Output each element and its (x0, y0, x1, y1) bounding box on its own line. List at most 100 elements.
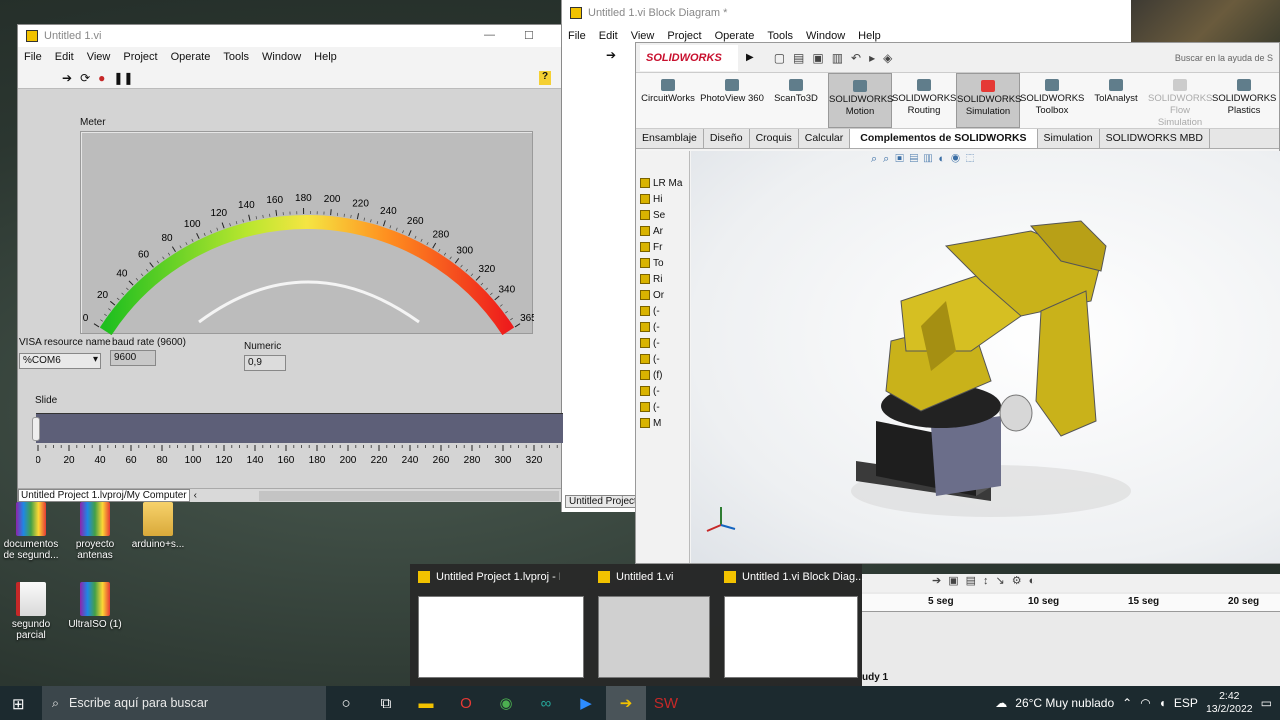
labview-taskbar-icon[interactable]: ➔ (606, 686, 646, 720)
graphics-area[interactable]: ⌕⌕▣▤▥◐◉⬚ (691, 151, 1280, 563)
desktop-icon-proyecto-antenas[interactable]: proyecto antenas (64, 502, 126, 561)
front-panel-titlebar[interactable]: Untitled 1.vi — ☐ (18, 25, 561, 47)
tree-item[interactable]: (- (636, 383, 689, 399)
clock[interactable]: 2:42 13/2/2022 (1206, 690, 1253, 716)
timeline-ruler[interactable]: 5 seg 10 seg 15 seg 20 seg (862, 594, 1280, 612)
menu-tools[interactable]: Tools (223, 51, 249, 63)
tab-simulation[interactable]: Simulation (1038, 129, 1100, 148)
tree-item[interactable]: (f) (636, 367, 689, 383)
tree-item[interactable]: (- (636, 335, 689, 351)
task-view-icon[interactable]: ⧉ (366, 686, 406, 720)
ribbon-toolbox[interactable]: SOLIDWORKS Toolbox (1020, 73, 1084, 128)
arduino-icon[interactable]: ∞ (526, 686, 566, 720)
menu-view[interactable]: View (87, 51, 111, 63)
zoom-icon[interactable]: ▶ (566, 686, 606, 720)
weather-text[interactable]: 26°C Muy nublado (1015, 696, 1114, 710)
tree-item[interactable]: (- (636, 351, 689, 367)
menu-help[interactable]: Help (858, 30, 881, 42)
desktop-icon-documentos[interactable]: documentos de segund... (0, 502, 62, 561)
context-help-icon[interactable]: ? (539, 71, 551, 85)
tree-item[interactable]: (- (636, 303, 689, 319)
tab-diseno[interactable]: Diseño (704, 129, 750, 148)
pause-icon[interactable]: ❚❚ (113, 71, 133, 85)
desktop-icon-arduino[interactable]: arduino+s... (127, 502, 189, 550)
menu-edit[interactable]: Edit (55, 51, 74, 63)
menu-edit[interactable]: Edit (599, 30, 618, 42)
ribbon-simulation[interactable]: SOLIDWORKS Simulation (956, 73, 1021, 128)
chevron-up-icon[interactable]: ⌃ (1122, 696, 1132, 710)
baud-rate-control[interactable]: 9600 (110, 350, 156, 366)
slide-handle[interactable] (32, 417, 40, 441)
chevron-down-icon[interactable]: ▾ (93, 354, 98, 365)
desktop-icon-ultraiso[interactable]: UltraISO (1) (64, 582, 126, 630)
solidworks-logo[interactable]: SOLIDWORKS (640, 44, 738, 71)
volume-icon[interactable]: ◖ (1159, 696, 1166, 710)
solidworks-window[interactable]: SOLIDWORKS ▶ ▢▤▣▥↶▸◈ Buscar en la ayuda … (635, 42, 1280, 564)
menu-view[interactable]: View (631, 30, 655, 42)
ribbon-tolanalyst[interactable]: TolAnalyst (1084, 73, 1148, 128)
minimize-icon[interactable]: — (484, 29, 495, 41)
tree-item[interactable]: LR Ma (636, 175, 689, 191)
tree-item[interactable]: Se (636, 207, 689, 223)
menu-window[interactable]: Window (806, 30, 845, 42)
ribbon-plastics[interactable]: SOLIDWORKS Plastics (1212, 73, 1276, 128)
run-arrow-icon[interactable]: ➔ (62, 71, 72, 85)
tab-calcular[interactable]: Calcular (799, 129, 851, 148)
menu-operate[interactable]: Operate (715, 30, 755, 42)
menu-help[interactable]: Help (314, 51, 337, 63)
tree-item[interactable]: Hi (636, 191, 689, 207)
run-continuous-icon[interactable]: ⟳ (80, 71, 90, 85)
block-diagram-titlebar[interactable]: Untitled 1.vi Block Diagram * (562, 0, 1131, 26)
ribbon-flow-simulation[interactable]: SOLIDWORKS Flow Simulation (1148, 73, 1212, 128)
notifications-icon[interactable]: ▭ (1261, 696, 1272, 710)
project-context-path[interactable]: Untitled Project 1.lvproj/My Computer (18, 489, 190, 502)
menu-file[interactable]: File (24, 51, 42, 63)
abort-icon[interactable]: ● (98, 71, 105, 85)
menu-project[interactable]: Project (123, 51, 157, 63)
desktop-icon-segundo-parcial[interactable]: segundo parcial (0, 582, 62, 641)
taskbar-search-box[interactable]: ⌕ Escribe aquí para buscar (42, 686, 326, 720)
tab-mbd[interactable]: SOLIDWORKS MBD (1100, 129, 1210, 148)
run-arrow-icon[interactable]: ➔ (606, 48, 616, 62)
visa-resource-control[interactable]: %COM6 ▾ (19, 353, 101, 369)
ribbon-routing[interactable]: SOLIDWORKS Routing (892, 73, 956, 128)
windows-start-icon[interactable]: ⊞ (12, 695, 25, 713)
tree-item[interactable]: Ri (636, 271, 689, 287)
motion-study-timeline[interactable]: ➔▣▤↕↘⚙◐ 5 seg 10 seg 15 seg 20 seg udy 1 (862, 574, 1280, 686)
opera-icon[interactable]: O (446, 686, 486, 720)
solidworks-taskbar-icon[interactable]: SW (646, 686, 686, 720)
slide-track[interactable] (36, 413, 563, 443)
tab-ensamblaje[interactable]: Ensamblaje (636, 129, 704, 148)
tree-item[interactable]: (- (636, 399, 689, 415)
help-search-input[interactable]: Buscar en la ayuda de S (1175, 53, 1273, 63)
tree-item[interactable]: Fr (636, 239, 689, 255)
menu-expand-arrow-icon[interactable]: ▶ (746, 52, 754, 63)
ribbon-scanto3d[interactable]: ScanTo3D (764, 73, 828, 128)
chrome-icon[interactable]: ◉ (486, 686, 526, 720)
tree-item[interactable]: To (636, 255, 689, 271)
menu-operate[interactable]: Operate (171, 51, 211, 63)
ribbon-motion[interactable]: SOLIDWORKS Motion (828, 73, 893, 128)
horizontal-scrollbar[interactable] (258, 490, 559, 501)
language-indicator[interactable]: ESP (1174, 696, 1198, 710)
quick-access-icons[interactable]: ▢▤▣▥↶▸◈ (774, 51, 901, 65)
motion-toolbar-icons[interactable]: ➔▣▤↕↘⚙◐ (862, 574, 1280, 592)
ribbon-circuitworks[interactable]: CircuitWorks (636, 73, 700, 128)
thumbnail-project[interactable]: Untitled Project 1.lvproj - Projec... (410, 564, 584, 686)
file-explorer-icon[interactable]: ▬ (406, 686, 446, 720)
tab-croquis[interactable]: Croquis (750, 129, 799, 148)
menu-window[interactable]: Window (262, 51, 301, 63)
tree-item[interactable]: Or (636, 287, 689, 303)
project-tab[interactable]: Untitled Project (565, 495, 641, 508)
cortana-icon[interactable]: ○ (326, 686, 366, 720)
front-panel-window[interactable]: Untitled 1.vi — ☐ File Edit View Project… (17, 24, 563, 502)
scroll-left-icon[interactable]: ‹ (194, 490, 197, 501)
tree-item[interactable]: M (636, 415, 689, 431)
network-icon[interactable]: ◠ (1140, 696, 1150, 710)
thumbnail-block-diagram[interactable]: Untitled 1.vi Block Diag... (716, 564, 866, 686)
tab-complementos[interactable]: Complementos de SOLIDWORKS (850, 129, 1038, 148)
ribbon-photoview[interactable]: PhotoView 360 (700, 73, 764, 128)
maximize-icon[interactable]: ☐ (524, 29, 534, 42)
tree-item[interactable]: (- (636, 319, 689, 335)
tree-item[interactable]: Ar (636, 223, 689, 239)
